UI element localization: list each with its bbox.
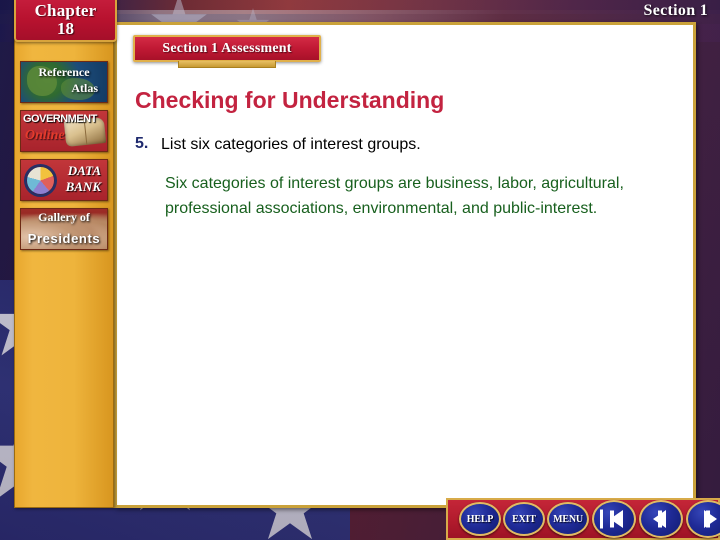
back-arrow-icon (641, 502, 681, 536)
sidebar-item-label: BANK (65, 179, 101, 194)
forward-arrow-stem (706, 510, 710, 528)
sidebar-item-gallery-of-presidents[interactable]: Gallery of Presidents (20, 208, 108, 250)
menu-button[interactable]: MENU (547, 502, 589, 536)
previous-slide-button[interactable] (639, 500, 683, 538)
next-slide-button[interactable] (686, 500, 720, 538)
sidebar-item-label: Presidents (27, 231, 101, 246)
sidebar-item-government-online[interactable]: GOVERNMENT Online (20, 110, 108, 152)
sidebar-item-label: Online (25, 128, 65, 143)
pie-chart-icon (26, 166, 55, 195)
navigation-bar: HELP EXIT MENU (446, 498, 720, 540)
sidebar-item-label: GOVERNMENT (23, 113, 97, 125)
exit-button[interactable]: EXIT (503, 502, 545, 536)
sidebar: Reference Atlas GOVERNMENT Online DATA B… (14, 40, 114, 508)
help-button-label: HELP (466, 513, 494, 525)
sidebar-item-label: Reference (38, 65, 90, 79)
first-arrow-stem (610, 510, 614, 528)
back-arrow-stem (658, 510, 662, 528)
sidebar-item-data-bank[interactable]: DATA BANK (20, 159, 108, 201)
assessment-banner-title: Section 1 Assessment (162, 40, 292, 56)
first-arrow-icon (594, 502, 634, 536)
content-panel: Section 1 Assessment Checking for Unders… (114, 22, 696, 508)
section-label: Section 1 (643, 2, 708, 19)
answer-text: Six categories of interest groups are bu… (165, 175, 624, 217)
sidebar-item-label: Gallery of (38, 210, 90, 224)
sidebar-item-reference-atlas[interactable]: Reference Atlas (20, 61, 108, 103)
exit-button-label: EXIT (512, 513, 536, 525)
help-button[interactable]: HELP (459, 502, 501, 536)
page-title: Checking for Understanding (135, 87, 445, 113)
sidebar-item-label: DATA (67, 163, 101, 178)
question-number: 5. (135, 135, 149, 152)
chapter-number: 18 (57, 19, 74, 38)
first-arrow-bar (600, 509, 603, 529)
first-slide-button[interactable] (592, 500, 636, 538)
assessment-banner-tab (178, 61, 276, 68)
chapter-badge: Chapter 18 (14, 0, 117, 42)
menu-button-label: MENU (553, 513, 583, 525)
question-text: List six categories of interest groups. (161, 136, 421, 153)
question-row: 5. List six categories of interest group… (135, 135, 665, 155)
assessment-banner: Section 1 Assessment (133, 35, 321, 68)
forward-arrow-icon (688, 502, 720, 536)
sidebar-item-label: Atlas (71, 81, 98, 95)
chapter-label: Chapter (34, 1, 97, 20)
